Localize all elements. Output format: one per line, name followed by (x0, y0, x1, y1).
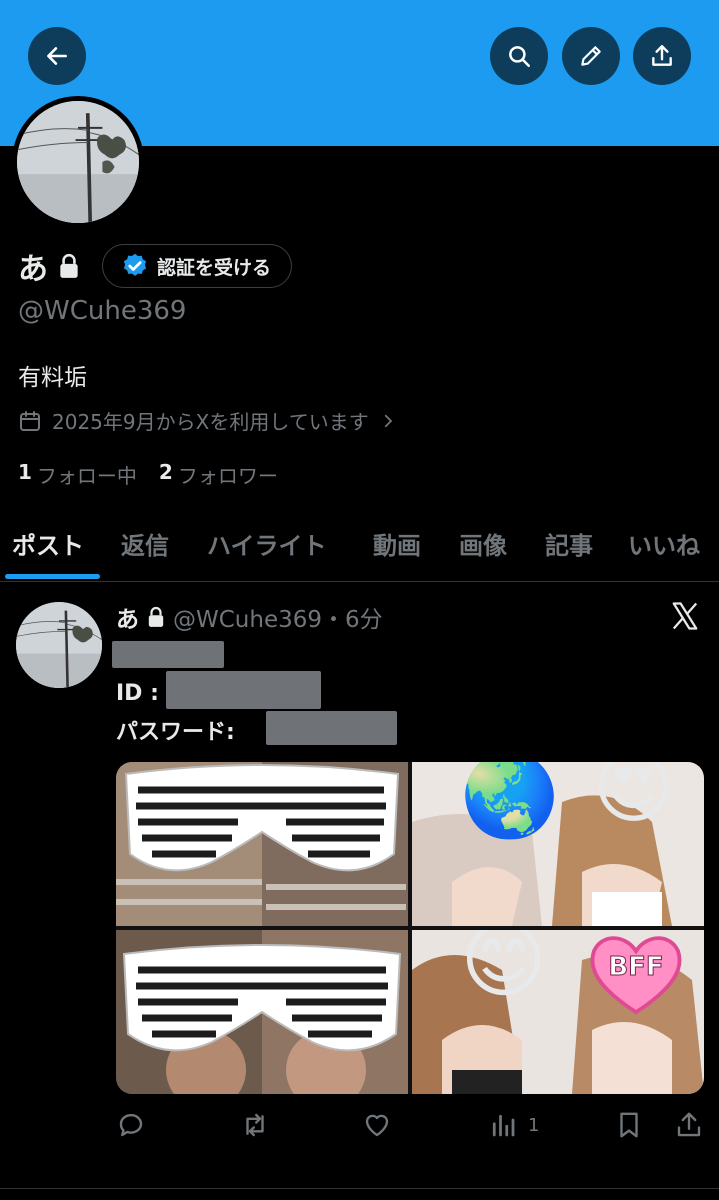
post-image-2[interactable] (116, 930, 408, 1094)
back-button[interactable] (28, 27, 86, 85)
lock-icon (148, 606, 164, 627)
lock-icon (60, 253, 78, 278)
bff-heart-sticker: BFF (588, 930, 684, 1016)
avatar-photo (16, 602, 102, 688)
get-verified-label: 認証を受ける (157, 256, 272, 279)
tab-replies[interactable]: 返信 (121, 526, 169, 561)
following-label[interactable]: フォロー中 (37, 460, 137, 489)
tab-posts[interactable]: ポスト (12, 526, 84, 561)
get-verified-button[interactable]: 認証を受ける (102, 244, 293, 288)
post-image-4[interactable]: 😊 BFF (412, 930, 704, 1094)
calendar-icon (20, 410, 40, 431)
avatar-photo (17, 101, 139, 223)
edit-button[interactable] (562, 27, 620, 85)
post-password-label: パスワード: (116, 720, 235, 745)
profile-tabs: ポスト 返信 ハイライト 動画 画像 記事 いいね (0, 522, 719, 582)
post-author-name[interactable]: あ (116, 600, 139, 634)
redacted-id (166, 671, 321, 709)
like-icon (365, 1114, 389, 1137)
repost-icon (246, 1113, 264, 1137)
followers-label[interactable]: フォロワー (178, 460, 278, 489)
like-button[interactable] (362, 1110, 392, 1140)
reply-icon (119, 1113, 143, 1137)
joined-date: 2025年9月からXを利用しています (52, 410, 369, 434)
followers-count[interactable]: 2 (159, 460, 173, 489)
post-image-3[interactable]: 🌏 😍 (412, 762, 704, 926)
active-tab-indicator (5, 574, 100, 579)
share-icon (652, 45, 672, 66)
bookmark-button[interactable] (614, 1110, 644, 1140)
joined-date-row[interactable]: 2025年9月からXを利用しています (18, 406, 397, 435)
post-id-label: ID : (116, 681, 159, 706)
redacted-text (112, 641, 224, 668)
search-icon (509, 46, 530, 67)
profile-handle: @WCuhe369 (18, 296, 187, 326)
chevron-right-icon (384, 414, 393, 427)
profile-avatar[interactable] (12, 96, 144, 228)
tab-photos[interactable]: 画像 (459, 526, 507, 561)
reply-button[interactable] (116, 1110, 146, 1140)
verified-badge-icon (123, 253, 147, 276)
search-button[interactable] (490, 27, 548, 85)
profile-display-name: あ (18, 252, 48, 287)
share-button[interactable] (633, 27, 691, 85)
post-actions: 1 (116, 1106, 704, 1146)
views-button[interactable]: 1 (488, 1110, 539, 1140)
tab-highlights[interactable]: ハイライト (207, 526, 327, 561)
back-arrow-icon (47, 47, 67, 65)
tab-likes[interactable]: いいね (628, 526, 700, 561)
views-icon (492, 1114, 515, 1137)
share-icon (677, 1112, 701, 1137)
x-logo-icon[interactable] (670, 601, 700, 631)
heart-eyes-emoji: 😍 (592, 762, 676, 834)
tab-articles[interactable]: 記事 (545, 526, 593, 561)
profile-bio: 有料垢 (18, 365, 87, 391)
globe-emoji: 🌏 (460, 762, 560, 842)
post-handle-time: @WCuhe369・6分 (173, 607, 383, 633)
pencil-icon (581, 46, 601, 66)
post-image-1[interactable] (116, 762, 408, 926)
post-share-button[interactable] (674, 1110, 704, 1140)
smiling-emoji: 😊 (460, 930, 548, 1009)
repost-button[interactable] (240, 1110, 270, 1140)
redacted-password (266, 711, 397, 745)
following-count[interactable]: 1 (18, 460, 32, 489)
post-header: あ @WCuhe369・6分 (116, 600, 383, 634)
post-divider (0, 1188, 719, 1189)
post-author-avatar[interactable] (16, 602, 102, 688)
tab-videos[interactable]: 動画 (373, 526, 421, 561)
views-count: 1 (528, 1114, 540, 1136)
bookmark-icon (620, 1112, 638, 1138)
post-media-grid[interactable]: 🌏 😍 😊 BFF (116, 762, 704, 1094)
